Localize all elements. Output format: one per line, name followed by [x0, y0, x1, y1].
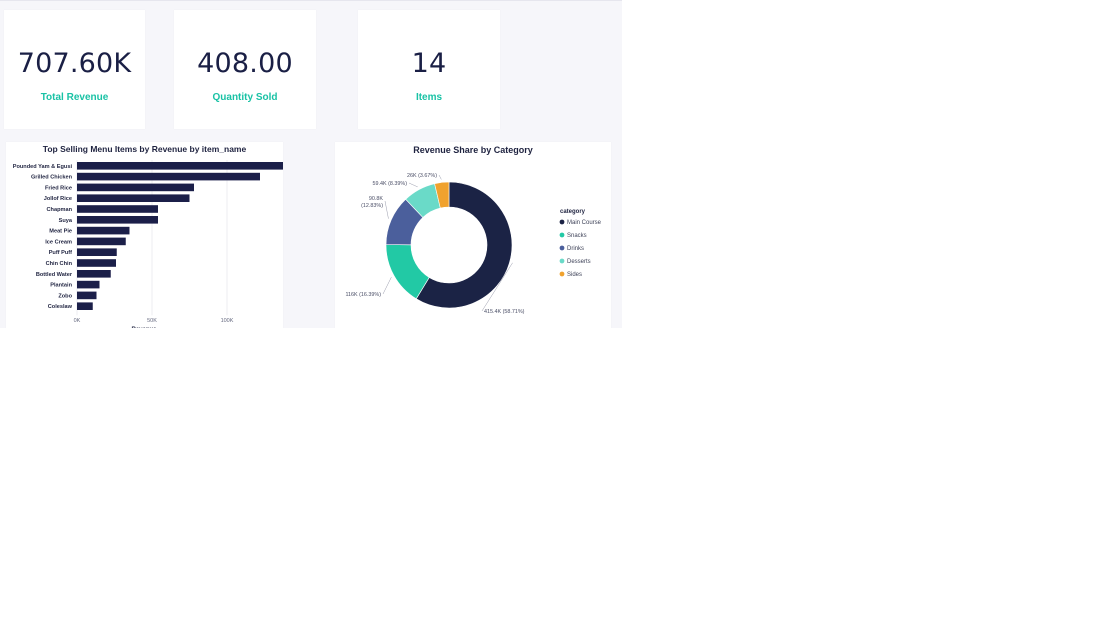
bar[interactable] — [77, 291, 97, 300]
slice-data-label: 415.4K (58.71%) — [484, 309, 525, 315]
leader-line — [438, 174, 442, 180]
kpi-value: 707.60K — [17, 48, 132, 79]
bar[interactable] — [77, 216, 158, 224]
kpi-card-items[interactable]: 14 Items — [358, 10, 500, 129]
legend-marker[interactable] — [559, 232, 565, 238]
x-tick-label: 0K — [74, 318, 81, 324]
bar[interactable] — [77, 205, 158, 213]
legend-label[interactable]: Snacks — [567, 233, 587, 239]
legend-title: category — [560, 209, 586, 215]
legend-marker[interactable] — [559, 258, 565, 264]
kpi-value: 14 — [411, 48, 447, 79]
slice-data-label: 90.8K — [369, 196, 383, 202]
donut-chart-card[interactable]: Revenue Share by Category 415.4K (58.71%… — [335, 142, 611, 328]
y-category-label: Meat Pie — [49, 229, 72, 235]
bar[interactable] — [77, 248, 117, 256]
x-tick-label: 50K — [147, 318, 157, 324]
bar[interactable] — [77, 172, 260, 181]
leader-line — [382, 277, 392, 295]
leader-line — [408, 182, 418, 188]
bar-chart-card[interactable]: Top Selling Menu Items by Revenue by ite… — [6, 142, 283, 328]
y-category-label: Chapman — [47, 207, 73, 213]
x-tick-label: 100K — [221, 318, 234, 324]
y-category-label: Coleslaw — [48, 304, 73, 310]
legend-marker[interactable] — [559, 219, 565, 225]
bar-chart: 0K 50K 100K Pounded Yam & Egusi Grilled Chic… — [13, 160, 283, 328]
slice-data-label: 59.4K (8.39%) — [373, 181, 408, 187]
slice-data-label: (12.83%) — [361, 203, 383, 209]
x-axis-title: Revenue — [131, 327, 157, 328]
kpi-label: Quantity Sold — [212, 92, 278, 103]
y-category-label: Ice Cream — [45, 239, 72, 245]
y-category-label: Grilled Chicken — [31, 175, 73, 181]
legend-label[interactable]: Drinks — [567, 246, 584, 252]
bar[interactable] — [77, 270, 111, 278]
y-category-label: Fried Rice — [45, 185, 72, 191]
y-category-label: Chin Chin — [46, 261, 73, 267]
slice-data-label: 26K (3.67%) — [407, 173, 437, 179]
y-category-label: Jollof Rice — [44, 196, 72, 202]
legend-marker[interactable] — [559, 245, 565, 251]
y-category-label: Zobo — [58, 293, 72, 299]
y-category-label: Plantain — [50, 283, 72, 289]
bar[interactable] — [77, 259, 116, 267]
bar[interactable] — [77, 237, 126, 246]
report-canvas: 707.60K Total Revenue 408.00 Quantity So… — [0, 0, 622, 328]
kpi-value: 408.00 — [197, 48, 293, 79]
bar[interactable] — [77, 194, 190, 202]
kpi-card-quantity-sold[interactable]: 408.00 Quantity Sold — [174, 10, 316, 129]
y-category-label: Pounded Yam & Egusi — [13, 164, 73, 170]
donut-chart: 415.4K (58.71%) 116K (16.39%) 90.8K(12.83%… — [345, 173, 602, 315]
leader-line — [384, 200, 389, 219]
y-category-label: Puff Puff — [49, 250, 72, 256]
bar[interactable] — [77, 302, 93, 310]
bar[interactable] — [77, 280, 100, 289]
legend-marker[interactable] — [559, 271, 565, 277]
bar[interactable] — [77, 183, 194, 192]
bar[interactable] — [77, 162, 283, 170]
kpi-label: Total Revenue — [40, 92, 109, 103]
y-category-label: Suya — [59, 218, 73, 224]
y-category-label: Bottled Water — [36, 272, 73, 278]
slice-data-label: 116K (16.39%) — [345, 292, 381, 298]
kpi-card-total-revenue[interactable]: 707.60K Total Revenue — [4, 10, 145, 129]
legend-label[interactable]: Main Course — [567, 220, 602, 226]
legend-label[interactable]: Desserts — [567, 259, 591, 265]
kpi-label: Items — [415, 92, 443, 103]
bar[interactable] — [77, 226, 130, 235]
legend-label[interactable]: Sides — [567, 272, 582, 278]
